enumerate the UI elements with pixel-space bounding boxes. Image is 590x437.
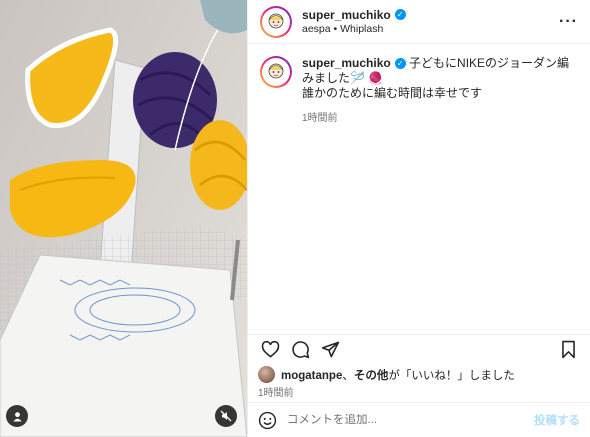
- post-dialog: super_muchiko ✓ aespa • Whiplash ··· sup…: [0, 0, 590, 437]
- verified-badge-icon: ✓: [394, 58, 406, 69]
- emoji-icon[interactable]: [258, 411, 277, 430]
- likes-summary: mogatanpe、その他が「いいね！」しました: [258, 366, 580, 383]
- post-details-panel: super_muchiko ✓ aespa • Whiplash ··· sup…: [247, 0, 590, 437]
- likes-others-link[interactable]: その他: [354, 370, 389, 382]
- liker-avatar[interactable]: [258, 366, 275, 383]
- caption-username[interactable]: super_muchiko: [302, 56, 391, 71]
- bookmark-icon: [561, 340, 575, 359]
- liker-username[interactable]: mogatanpe: [281, 370, 342, 382]
- likes-suffix: が「いいね！」しました: [388, 369, 515, 382]
- caption-timestamp[interactable]: 1時間前: [302, 111, 578, 126]
- save-button[interactable]: [556, 338, 580, 362]
- post-media[interactable]: [0, 0, 247, 437]
- avatar-illustration-icon: [268, 63, 284, 79]
- post-timestamp[interactable]: 1時間前: [258, 384, 294, 399]
- music-info[interactable]: aespa • Whiplash: [302, 22, 559, 36]
- comment-button[interactable]: [288, 338, 312, 362]
- post-comment-button[interactable]: 投稿する: [534, 412, 580, 428]
- comment-icon: [291, 341, 309, 359]
- verified-badge-icon: ✓: [394, 9, 406, 20]
- like-button[interactable]: [258, 338, 282, 362]
- caption-avatar[interactable]: [260, 56, 292, 88]
- share-button[interactable]: [318, 338, 342, 362]
- caption: super_muchiko ✓ 子どもにNIKEのジョーダン編みました🪡 🧶 誰…: [248, 44, 590, 126]
- action-bar: [248, 334, 590, 364]
- avatar[interactable]: [260, 5, 292, 38]
- user-tag-button[interactable]: [6, 405, 28, 427]
- likes-separator: 、: [342, 369, 354, 382]
- avatar-illustration-icon: [268, 13, 284, 28]
- knitting-photo: [0, 0, 247, 437]
- heart-icon: [261, 340, 279, 358]
- more-options-icon[interactable]: ···: [559, 13, 578, 31]
- caption-text-line2: 誰かのために編む時間は幸せです: [302, 86, 483, 100]
- mute-icon: [220, 410, 232, 422]
- comment-bar: 投稿する: [248, 402, 590, 437]
- username[interactable]: super_muchiko: [302, 8, 391, 22]
- post-header: super_muchiko ✓ aespa • Whiplash ···: [248, 0, 590, 44]
- comment-input[interactable]: [287, 414, 534, 426]
- share-icon: [321, 341, 339, 358]
- user-tag-icon: [12, 411, 22, 422]
- mute-button[interactable]: [215, 405, 237, 427]
